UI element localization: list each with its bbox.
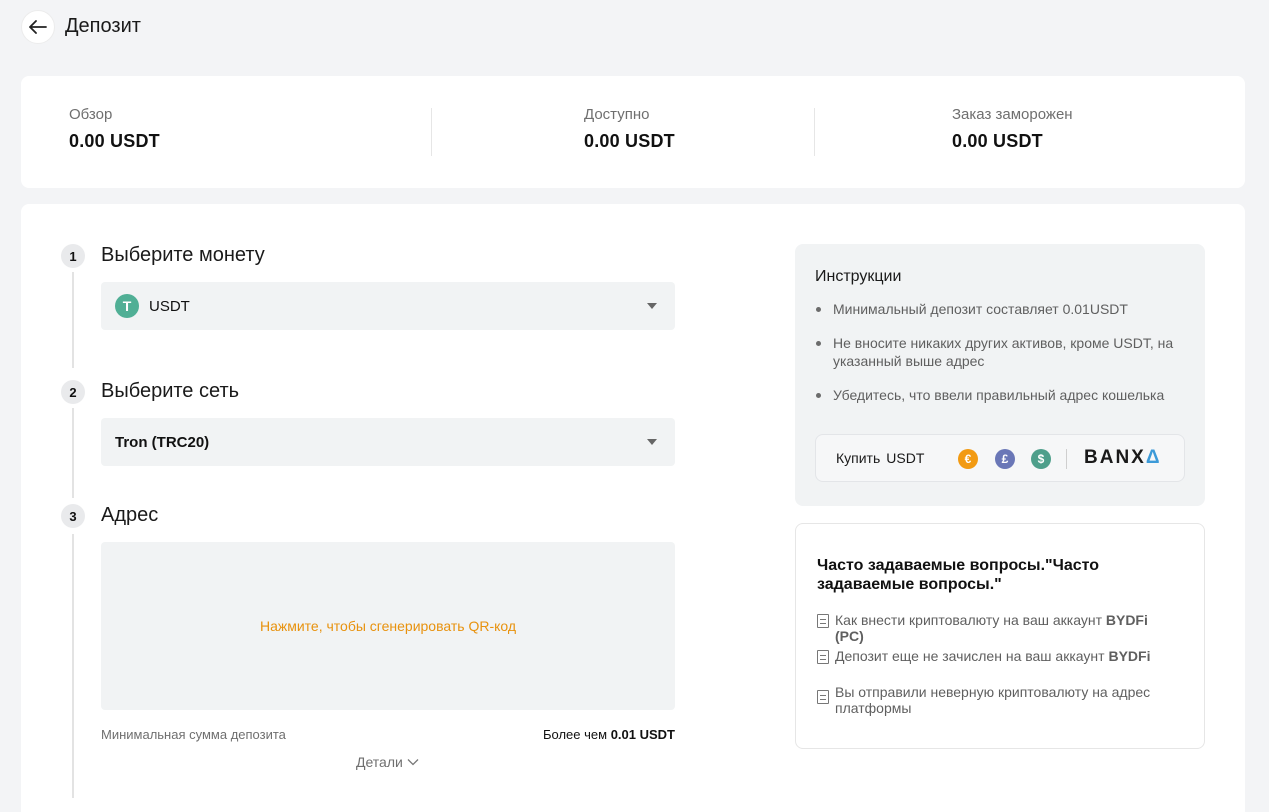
overview-available: Доступно 0.00 USDT [584,106,675,152]
deposit-panel: 1 Выберите монету T USDT 2 Выберите сеть… [21,204,1245,812]
details-toggle[interactable]: Детали [356,754,419,770]
qr-prompt: Нажмите, чтобы сгенерировать QR-код [259,618,517,634]
instruction-item: Минимальный депозит составляет 0.01USDT [815,300,1187,318]
buy-label: Купить [836,450,881,466]
caret-down-icon [647,303,657,309]
step-3-title: Адрес [101,504,159,526]
faq-link-text: Депозит еще не зачислен на ваш аккаунт B… [835,648,1151,664]
overview-frozen-label: Заказ заморожен [952,106,1073,123]
document-icon [817,690,829,704]
coin-select-value: USDT [149,297,190,315]
chevron-down-icon [407,759,419,766]
faq-card: Часто задаваемые вопросы."Часто задаваем… [795,523,1205,749]
overview-frozen-value: 0.00 USDT [952,131,1043,151]
instructions-list: Минимальный депозит составляет 0.01USDT … [815,300,1187,420]
caret-down-icon [647,439,657,445]
balance-overview: Обзор 0.00 USDT Доступно 0.00 USDT Заказ… [21,76,1245,188]
network-select[interactable]: Tron (TRC20) [101,418,675,466]
page-title: Депозит [65,15,141,37]
divider [431,108,432,156]
step-1-number: 1 [61,244,85,268]
faq-link-text: Вы отправили неверную криптовалюту на ад… [835,684,1151,716]
faq-link[interactable]: Как внести криптовалюту на ваш аккаунт B… [817,612,1175,644]
step-connector [72,534,74,798]
instruction-item: Не вносите никаких других активов, кроме… [815,334,1187,370]
step-2-title: Выберите сеть [101,380,240,402]
instructions-title: Инструкции [815,268,902,285]
document-icon [817,614,829,628]
overview-frozen: Заказ заморожен 0.00 USDT [952,106,1073,152]
min-deposit-prefix: Более чем [542,727,608,742]
step-connector [72,272,74,368]
back-button[interactable] [21,10,55,44]
faq-link-text: Как внести криптовалюту на ваш аккаунт B… [835,612,1148,644]
details-label: Детали [356,754,403,770]
overview-total-value: 0.00 USDT [69,131,160,151]
usdt-coin-icon: T [115,294,139,318]
step-connector [72,408,74,498]
overview-available-label: Доступно [584,106,650,123]
instruction-item: Убедитесь, что ввели правильный адрес ко… [815,386,1187,404]
banxa-logo: BANXΔ [1084,447,1162,468]
arrow-left-icon [29,20,47,34]
buy-asset: USDT [886,450,925,466]
min-deposit-value: Более чем 0.01 USDT [543,727,675,742]
step-1-title: Выберите монету [101,244,265,266]
network-select-value: Tron (TRC20) [115,433,210,451]
coin-select[interactable]: T USDT [101,282,675,330]
overview-total-label: Обзор [69,106,113,123]
faq-link[interactable]: Вы отправили неверную криптовалюту на ад… [817,684,1175,716]
dollar-icon: $ [1031,449,1051,469]
overview-total: Обзор 0.00 USDT [69,106,160,152]
min-deposit-amount: 0.01 USDT [610,727,675,742]
generate-qr-button[interactable]: Нажмите, чтобы сгенерировать QR-код [101,542,675,710]
faq-link[interactable]: Депозит еще не зачислен на ваш аккаунт B… [817,648,1175,664]
min-deposit-label: Минимальная сумма депозита [101,727,286,742]
euro-icon: € [958,449,978,469]
divider [1066,449,1067,469]
overview-available-value: 0.00 USDT [584,131,675,151]
document-icon [817,650,829,664]
step-3-number: 3 [61,504,85,528]
step-2-number: 2 [61,380,85,404]
buy-usdt-banxa-button[interactable]: Купить USDT € £ $ BANXΔ [815,434,1185,482]
instructions-card: Инструкции Минимальный депозит составляе… [795,244,1205,506]
faq-title: Часто задаваемые вопросы."Часто задаваем… [817,557,1100,593]
divider [814,108,815,156]
pound-icon: £ [995,449,1015,469]
